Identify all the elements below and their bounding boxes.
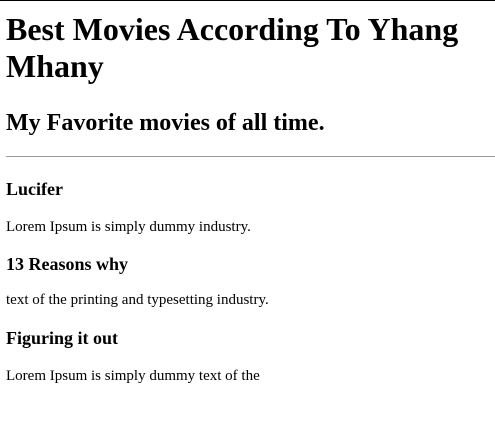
page-content: Best Movies According To Yhang Mhany My …	[6, 1, 495, 385]
list-item: Lucifer Lorem Ipsum is simply dummy indu…	[6, 179, 495, 236]
movie-title: Figuring it out	[6, 328, 119, 348]
movie-title: 13 Reasons why	[6, 254, 129, 274]
list-item: Figuring it out Lorem Ipsum is simply du…	[6, 328, 495, 385]
movie-description: text of the printing and typesetting ind…	[6, 292, 269, 308]
list-item: 13 Reasons why text of the printing and …	[6, 254, 495, 309]
movie-description: Lorem Ipsum is simply dummy text of the	[6, 368, 260, 384]
movie-description: Lorem Ipsum is simply dummy industry.	[6, 219, 251, 235]
movie-title: Lucifer	[6, 179, 63, 199]
movie-list: Lucifer Lorem Ipsum is simply dummy indu…	[6, 179, 495, 385]
divider	[6, 156, 495, 157]
page-title: Best Movies According To Yhang Mhany	[6, 11, 459, 84]
page-subtitle: My Favorite movies of all time.	[6, 110, 325, 136]
